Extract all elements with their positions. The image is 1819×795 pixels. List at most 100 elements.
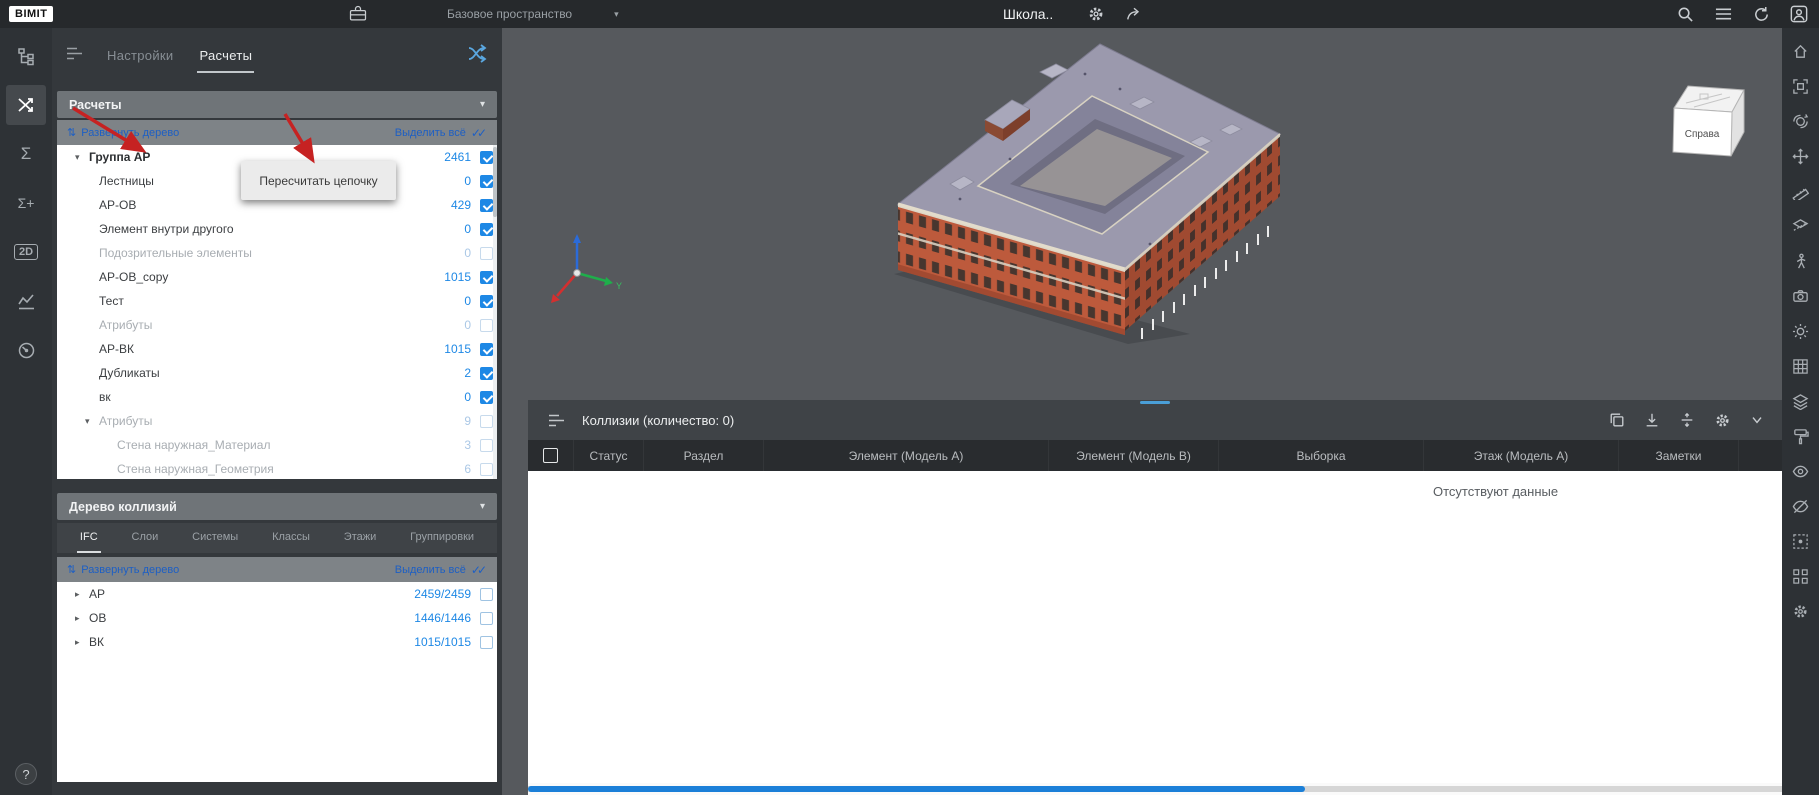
walk-mode-button[interactable] [1788,248,1814,274]
expander-icon[interactable]: ▾ [75,152,89,163]
tree-row-checkbox[interactable] [480,636,493,649]
tree-row[interactable]: вк 0 [57,385,497,409]
orbit-button[interactable] [1788,108,1814,134]
collapse-panel-icon[interactable] [1748,411,1766,429]
viewport-3d[interactable]: Y Справа [502,28,1782,795]
sum-button[interactable]: Σ [6,134,46,174]
tree-row[interactable]: Тест 0 [57,289,497,313]
tree-row-checkbox[interactable] [480,343,493,356]
settings-icon[interactable] [1713,411,1731,429]
tree-row[interactable]: Подозрительные элементы 0 [57,241,497,265]
home-view-button[interactable] [1788,38,1814,64]
column-notes[interactable]: Заметки [1619,440,1739,471]
sum-plus-button[interactable]: Σ+ [6,183,46,223]
expander-icon[interactable]: ▸ [75,637,89,648]
tree-row[interactable]: АР-ОВ_copy 1015 [57,265,497,289]
zoom-fit-button[interactable] [1788,73,1814,99]
duplicate-icon[interactable] [1608,411,1626,429]
camera-button[interactable] [1788,283,1814,309]
tree-row-checkbox[interactable] [480,223,493,236]
expander-icon[interactable]: ▾ [85,416,99,427]
calc-section-header[interactable]: Расчеты ▾ [57,91,497,118]
select-all-link[interactable]: Выделить всё ✓✓ [395,126,487,140]
grid-button[interactable] [1788,353,1814,379]
column-status[interactable]: Статус [574,440,644,471]
tree-row-checkbox[interactable] [480,439,493,452]
analytics-button[interactable] [6,281,46,321]
column-element-b[interactable]: Элемент (Модель B) [1049,440,1219,471]
tree-row-checkbox[interactable] [480,588,493,601]
collision-check-button[interactable] [6,85,46,125]
horizontal-scrollbar[interactable] [528,783,1782,795]
tab-settings[interactable]: Настройки [105,40,175,73]
column-selection[interactable]: Выборка [1219,440,1424,471]
expand-tree-link[interactable]: ⇅ Развернуть дерево [67,126,179,139]
tree-row[interactable]: Атрибуты 0 [57,313,497,337]
column-element-a[interactable]: Элемент (Модель А) [764,440,1049,471]
tree-row-checkbox[interactable] [480,367,493,380]
workspace-select[interactable]: Базовое пространство ▾ [447,7,619,21]
collision-mode-icon[interactable] [467,44,488,68]
paint-button[interactable] [1788,423,1814,449]
tree-row[interactable]: ▸ ОВ 1446/1446 [57,606,497,630]
view-2d-button[interactable]: 2D [6,232,46,272]
dashboard-gauge-button[interactable] [6,330,46,370]
scrollbar-thumb[interactable] [528,786,1305,792]
view-cube[interactable]: Справа [1664,70,1748,162]
model-tree-button[interactable] [6,36,46,76]
tree-row-checkbox[interactable] [480,391,493,404]
tree-row-checkbox[interactable] [480,175,493,188]
expand-tree-link[interactable]: ⇅ Развернуть дерево [67,563,179,576]
tree-row[interactable]: Дубликаты 2 [57,361,497,385]
tab-classes[interactable]: Классы [269,523,313,553]
tab-floors[interactable]: Этажи [341,523,379,553]
tab-calculations[interactable]: Расчеты [197,40,254,73]
tab-groupings[interactable]: Группировки [407,523,477,553]
search-icon[interactable] [1673,2,1697,26]
axes-gizmo[interactable]: Y [532,225,622,315]
measure-button[interactable] [1788,178,1814,204]
tree-row-checkbox[interactable] [480,319,493,332]
tree-row[interactable]: ▸ АР 2459/2459 [57,582,497,606]
tab-ifc[interactable]: IFC [77,523,101,553]
panel-menu-icon[interactable] [544,408,568,432]
tree-row-checkbox[interactable] [480,271,493,284]
context-menu-recalculate[interactable]: Пересчитать цепочку [241,161,396,200]
layers-button[interactable] [1788,388,1814,414]
select-all-link[interactable]: Выделить всё ✓✓ [395,563,487,577]
collision-tree-header[interactable]: Дерево коллизий ▾ [57,493,497,520]
column-section[interactable]: Раздел [644,440,764,471]
import-icon[interactable] [1643,411,1661,429]
tree-row[interactable]: Стена наружная_Материал 3 [57,433,497,457]
tree-scrollbar[interactable] [493,145,497,479]
tree-row-checkbox[interactable] [480,463,493,476]
viewer-settings-button[interactable] [1788,598,1814,624]
tree-row-checkbox[interactable] [480,295,493,308]
expander-icon[interactable]: ▸ [75,589,89,600]
row-height-icon[interactable] [1678,411,1696,429]
sun-shadows-button[interactable] [1788,318,1814,344]
panel-resize-handle[interactable] [1140,401,1170,404]
tree-row-checkbox[interactable] [480,151,493,164]
toolbox-icon[interactable] [346,2,370,26]
tab-systems[interactable]: Системы [189,523,241,553]
expander-icon[interactable]: ▸ [75,613,89,624]
project-settings-icon[interactable] [1084,2,1108,26]
share-icon[interactable] [1122,2,1146,26]
tree-row-checkbox[interactable] [480,415,493,428]
section-plane-button[interactable] [1788,213,1814,239]
user-icon[interactable] [1787,2,1811,26]
tab-layers[interactable]: Слои [129,523,162,553]
tree-row[interactable]: ▾ Атрибуты 9 [57,409,497,433]
tree-row[interactable]: АР-ВК 1015 [57,337,497,361]
tree-row[interactable]: ▸ ВК 1015/1015 [57,630,497,654]
hide-button[interactable] [1788,493,1814,519]
visibility-button[interactable] [1788,458,1814,484]
sync-icon[interactable] [1749,2,1773,26]
tree-row[interactable]: Стена наружная_Геометрия 6 [57,457,497,479]
column-floor[interactable]: Этаж (Модель А) [1424,440,1619,471]
menu-list-icon[interactable] [1711,2,1735,26]
tree-row[interactable]: Элемент внутри другого 0 [57,217,497,241]
isolate-button[interactable] [1788,528,1814,554]
select-all-checkbox[interactable] [543,448,558,463]
